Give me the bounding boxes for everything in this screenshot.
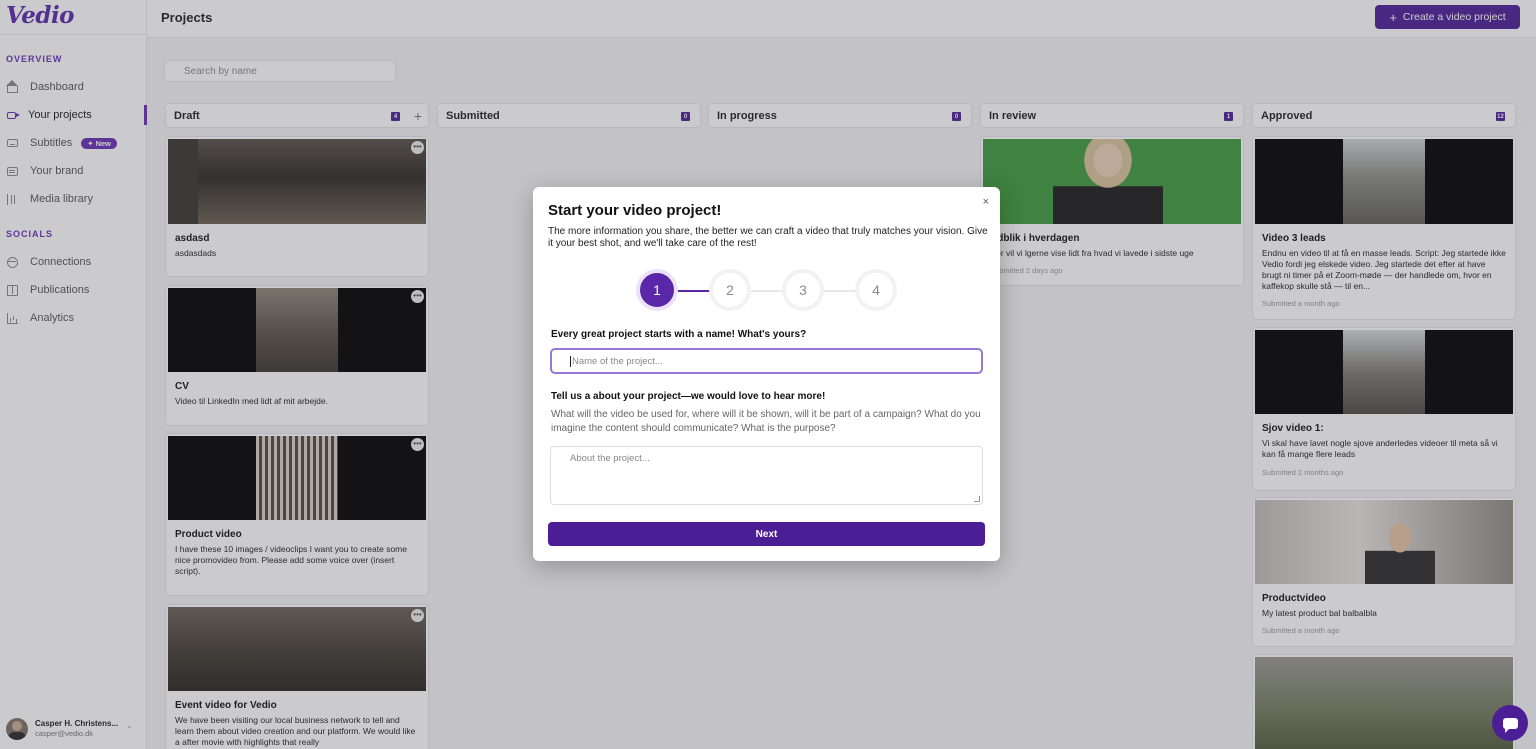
text-caret <box>570 355 571 367</box>
step-3: 3 <box>782 269 824 311</box>
name-question-label: Every great project starts with a name! … <box>551 329 807 340</box>
about-project-textarea[interactable]: About the project... <box>550 446 983 505</box>
chat-icon <box>1502 717 1518 733</box>
modal-title: Start your video project! <box>548 202 722 219</box>
step-1: 1 <box>636 269 678 311</box>
resize-handle-icon[interactable] <box>974 496 980 502</box>
modal-intro: The more information you share, the bett… <box>548 226 988 249</box>
step-connector <box>820 290 860 292</box>
close-icon[interactable]: × <box>983 196 989 208</box>
chat-button[interactable] <box>1492 705 1528 741</box>
about-question-label: Tell us a about your project—we would lo… <box>551 391 826 402</box>
step-4: 4 <box>855 269 897 311</box>
step-2: 2 <box>709 269 751 311</box>
start-project-modal: × Start your video project! The more inf… <box>533 187 1000 561</box>
step-connector <box>674 290 714 292</box>
project-name-input[interactable]: Name of the project... <box>550 348 983 374</box>
step-connector <box>747 290 787 292</box>
about-help-text: What will the video be used for, where w… <box>551 409 981 434</box>
project-name-placeholder: Name of the project... <box>572 355 663 367</box>
next-button[interactable]: Next <box>548 522 985 546</box>
step-indicator: 1 2 3 4 <box>636 269 904 313</box>
about-placeholder: About the project... <box>570 453 650 464</box>
